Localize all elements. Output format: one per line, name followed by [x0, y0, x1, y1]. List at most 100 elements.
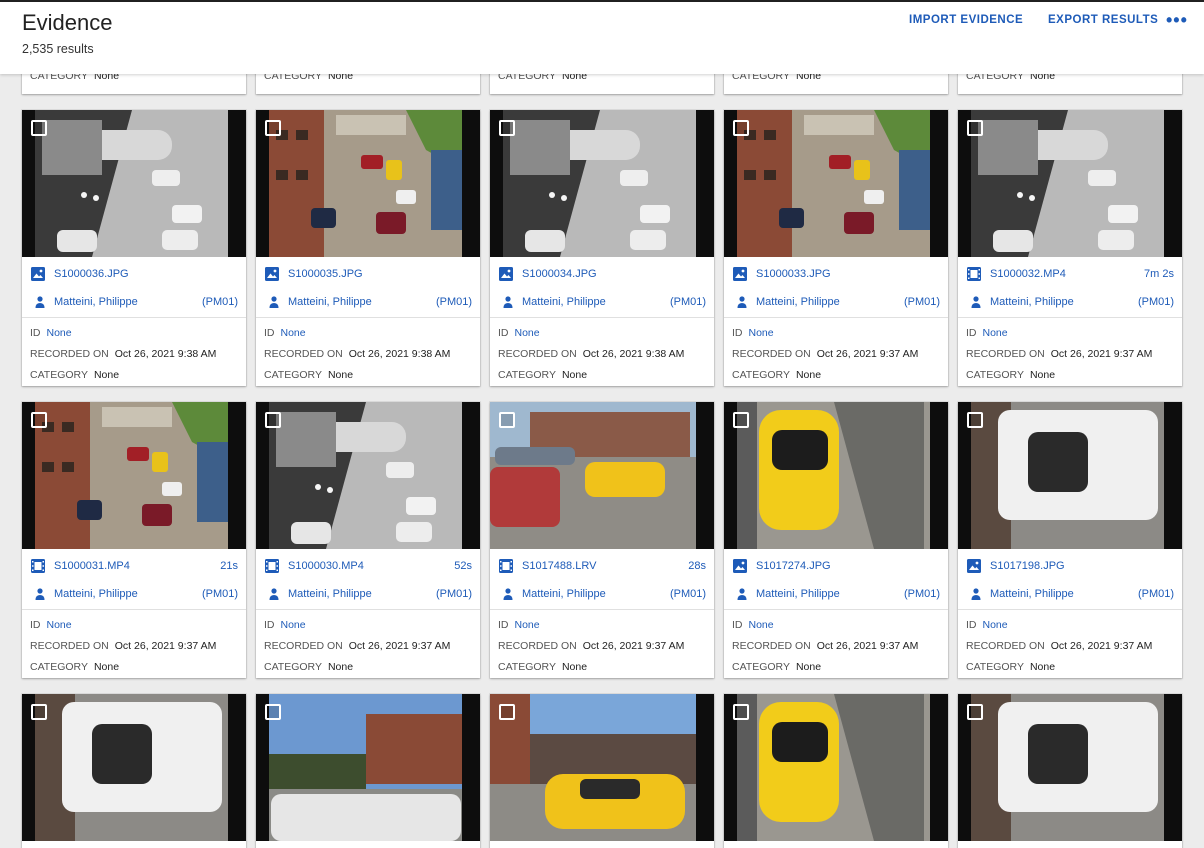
select-checkbox[interactable] — [31, 120, 47, 136]
thumbnail-image — [724, 110, 948, 257]
select-checkbox[interactable] — [967, 704, 983, 720]
thumbnail-image — [256, 402, 480, 549]
owner-row: Matteini, Philippe (PM01) — [958, 585, 1182, 605]
evidence-card[interactable]: S1000033.JPG Matteini, Philippe (PM01) I… — [724, 110, 948, 386]
select-checkbox[interactable] — [733, 704, 749, 720]
evidence-thumbnail[interactable] — [22, 402, 246, 549]
owner-code: (PM01) — [1137, 296, 1174, 308]
evidence-card[interactable] — [22, 694, 246, 848]
evidence-thumbnail[interactable] — [256, 402, 480, 549]
owner-link[interactable]: Matteini, Philippe — [756, 296, 840, 308]
id-line: ID None — [264, 619, 306, 631]
evidence-thumbnail[interactable] — [958, 110, 1182, 257]
select-checkbox[interactable] — [499, 704, 515, 720]
filename-link[interactable]: S1000035.JPG — [288, 268, 363, 280]
divider — [724, 317, 948, 318]
image-icon — [31, 267, 45, 281]
select-checkbox[interactable] — [733, 120, 749, 136]
owner-link[interactable]: Matteini, Philippe — [522, 588, 606, 600]
filename-row: S1000031.MP4 21s — [22, 557, 246, 577]
select-checkbox[interactable] — [967, 120, 983, 136]
evidence-card[interactable]: S1000031.MP4 21s Matteini, Philippe (PM0… — [22, 402, 246, 678]
filename-link[interactable]: S1017488.LRV — [522, 560, 596, 572]
duration: 7m 2s — [1144, 268, 1174, 280]
filename-link[interactable]: S1000031.MP4 — [54, 560, 130, 572]
select-checkbox[interactable] — [733, 412, 749, 428]
evidence-card[interactable] — [256, 694, 480, 848]
filename-row: S1000030.MP4 52s — [256, 557, 480, 577]
filename-row: S1017274.JPG — [724, 557, 948, 577]
image-icon — [499, 267, 513, 281]
filename-link[interactable]: S1000036.JPG — [54, 268, 129, 280]
evidence-thumbnail[interactable] — [256, 110, 480, 257]
evidence-thumbnail[interactable] — [256, 694, 480, 841]
owner-link[interactable]: Matteini, Philippe — [756, 588, 840, 600]
evidence-thumbnail[interactable] — [490, 694, 714, 841]
owner-link[interactable]: Matteini, Philippe — [990, 296, 1074, 308]
select-checkbox[interactable] — [265, 704, 281, 720]
evidence-card[interactable]: S1017488.LRV 28s Matteini, Philippe (PM0… — [490, 402, 714, 678]
id-line: ID None — [498, 619, 540, 631]
evidence-thumbnail[interactable] — [958, 694, 1182, 841]
evidence-card[interactable]: S1017198.JPG Matteini, Philippe (PM01) I… — [958, 402, 1182, 678]
image-icon — [733, 559, 747, 573]
evidence-thumbnail[interactable] — [724, 110, 948, 257]
owner-link[interactable]: Matteini, Philippe — [288, 296, 372, 308]
filename-link[interactable]: S1000033.JPG — [756, 268, 831, 280]
evidence-thumbnail[interactable] — [22, 694, 246, 841]
filename-row: S1000032.MP4 7m 2s — [958, 265, 1182, 285]
duration: 21s — [220, 560, 238, 572]
recorded-on-line: RECORDED ON Oct 26, 2021 9:38 AM — [264, 348, 451, 360]
evidence-thumbnail[interactable] — [958, 402, 1182, 549]
owner-link[interactable]: Matteini, Philippe — [54, 296, 138, 308]
evidence-card[interactable]: S1000035.JPG Matteini, Philippe (PM01) I… — [256, 110, 480, 386]
category-line: CATEGORY None — [966, 661, 1056, 673]
evidence-card[interactable] — [958, 694, 1182, 848]
evidence-thumbnail[interactable] — [22, 110, 246, 257]
evidence-card[interactable]: S1000034.JPG Matteini, Philippe (PM01) I… — [490, 110, 714, 386]
thumbnail-image — [22, 402, 246, 549]
owner-code: (PM01) — [435, 588, 472, 600]
evidence-thumbnail[interactable] — [490, 110, 714, 257]
select-checkbox[interactable] — [499, 412, 515, 428]
owner-code: (PM01) — [201, 296, 238, 308]
export-results-button[interactable]: EXPORT RESULTS — [1048, 14, 1158, 26]
filename-row: S1000035.JPG — [256, 265, 480, 285]
filename-link[interactable]: S1017198.JPG — [990, 560, 1065, 572]
evidence-thumbnail[interactable] — [724, 694, 948, 841]
filename-link[interactable]: S1000034.JPG — [522, 268, 597, 280]
owner-link[interactable]: Matteini, Philippe — [288, 588, 372, 600]
category-line: CATEGORY None — [498, 369, 588, 381]
evidence-thumbnail[interactable] — [490, 402, 714, 549]
import-evidence-button[interactable]: IMPORT EVIDENCE — [909, 14, 1023, 26]
filename-row: S1000034.JPG — [490, 265, 714, 285]
filename-link[interactable]: S1000030.MP4 — [288, 560, 364, 572]
owner-link[interactable]: Matteini, Philippe — [522, 296, 606, 308]
select-checkbox[interactable] — [499, 120, 515, 136]
evidence-card[interactable]: S1017274.JPG Matteini, Philippe (PM01) I… — [724, 402, 948, 678]
owner-link[interactable]: Matteini, Philippe — [990, 588, 1074, 600]
evidence-card[interactable]: S1000032.MP4 7m 2s Matteini, Philippe (P… — [958, 110, 1182, 386]
select-checkbox[interactable] — [31, 704, 47, 720]
select-checkbox[interactable] — [967, 412, 983, 428]
owner-code: (PM01) — [1137, 588, 1174, 600]
filename-link[interactable]: S1000032.MP4 — [990, 268, 1066, 280]
select-checkbox[interactable] — [265, 120, 281, 136]
owner-link[interactable]: Matteini, Philippe — [54, 588, 138, 600]
thumbnail-image — [490, 110, 714, 257]
category-line: CATEGORY None — [966, 369, 1056, 381]
image-icon — [265, 267, 279, 281]
select-checkbox[interactable] — [31, 412, 47, 428]
more-options-icon[interactable]: ••• — [1166, 10, 1188, 31]
evidence-card[interactable]: S1000030.MP4 52s Matteini, Philippe (PM0… — [256, 402, 480, 678]
category-line: CATEGORY None — [30, 369, 120, 381]
evidence-thumbnail[interactable] — [724, 402, 948, 549]
evidence-card[interactable] — [490, 694, 714, 848]
evidence-card[interactable]: S1000036.JPG Matteini, Philippe (PM01) I… — [22, 110, 246, 386]
owner-code: (PM01) — [903, 296, 940, 308]
video-icon — [265, 559, 279, 573]
duration: 28s — [688, 560, 706, 572]
evidence-card[interactable] — [724, 694, 948, 848]
select-checkbox[interactable] — [265, 412, 281, 428]
filename-link[interactable]: S1017274.JPG — [756, 560, 831, 572]
